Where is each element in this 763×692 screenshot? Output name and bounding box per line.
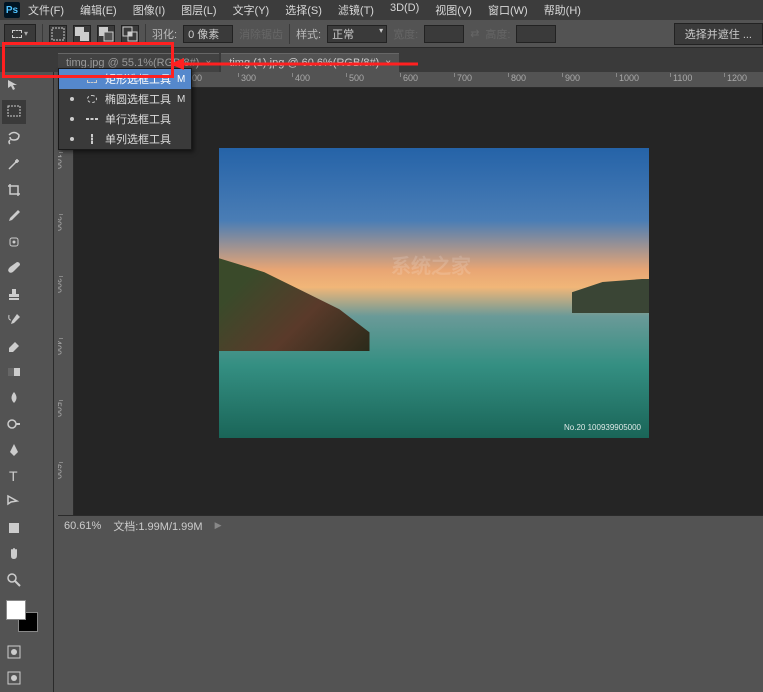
blur-tool[interactable] xyxy=(2,386,26,410)
width-label: 宽度: xyxy=(393,26,418,42)
menu-item[interactable]: 滤镜(T) xyxy=(330,2,382,18)
menu-item[interactable]: 帮助(H) xyxy=(536,2,589,18)
pen-tool[interactable] xyxy=(2,438,26,462)
flyout-item-row[interactable]: 单行选框工具 xyxy=(59,109,191,129)
flyout-item-col[interactable]: 单列选框工具 xyxy=(59,129,191,149)
color-swatches[interactable] xyxy=(6,600,38,632)
hand-tool[interactable] xyxy=(2,542,26,566)
document-tab[interactable]: timg (1).jpg @ 60.6%(RGB/8#)× xyxy=(221,53,399,72)
tab-close-icon[interactable]: × xyxy=(205,58,211,69)
zoom-level[interactable]: 60.61% xyxy=(64,520,101,532)
swap-dims-icon: ⇄ xyxy=(470,27,479,40)
tab-close-icon[interactable]: × xyxy=(385,58,391,69)
height-label: 高度: xyxy=(485,26,510,42)
marquee-flyout: 矩形选框工具M椭圆选框工具M单行选框工具单列选框工具 xyxy=(58,68,192,150)
wand-tool[interactable] xyxy=(2,152,26,176)
type-tool[interactable]: T xyxy=(2,464,26,488)
watermark-bottom: No.20 100939905000 xyxy=(564,423,641,432)
flyout-item-ellipse[interactable]: 椭圆选框工具M xyxy=(59,89,191,109)
ruler-vertical[interactable]: 0100200300400500600 xyxy=(58,88,74,515)
app-logo: Ps xyxy=(4,2,20,18)
menu-item[interactable]: 文件(F) xyxy=(20,2,72,18)
doc-size: 文档:1.99M/1.99M xyxy=(113,518,202,534)
selection-intersect-icon[interactable] xyxy=(121,25,139,43)
selection-subtract-icon[interactable] xyxy=(97,25,115,43)
menu-item[interactable]: 文字(Y) xyxy=(225,2,278,18)
menu-item[interactable]: 编辑(E) xyxy=(72,2,125,18)
crop-tool[interactable] xyxy=(2,178,26,202)
flyout-item-rect[interactable]: 矩形选框工具M xyxy=(59,69,191,89)
canvas-area[interactable]: 系统之家 No.20 100939905000 xyxy=(74,88,763,515)
tool-preset[interactable]: ▾ xyxy=(4,24,36,44)
height-input xyxy=(516,25,556,43)
menu-item[interactable]: 3D(D) xyxy=(382,2,427,18)
history-tool[interactable] xyxy=(2,308,26,332)
path-tool[interactable] xyxy=(2,490,26,514)
menu-item[interactable]: 视图(V) xyxy=(427,2,480,18)
move-tool[interactable] xyxy=(2,74,26,98)
style-label: 样式: xyxy=(296,26,321,42)
eraser-tool[interactable] xyxy=(2,334,26,358)
style-select[interactable]: 正常▾ xyxy=(327,25,387,43)
eyedropper-tool[interactable] xyxy=(2,204,26,228)
status-caret-icon[interactable]: ▶ xyxy=(215,520,222,531)
watermark-center: 系统之家 xyxy=(391,250,471,279)
document-image: 系统之家 No.20 100939905000 xyxy=(219,148,649,438)
menu-item[interactable]: 图像(I) xyxy=(125,2,173,18)
healing-tool[interactable] xyxy=(2,230,26,254)
menu-item[interactable]: 选择(S) xyxy=(277,2,330,18)
title-bar: Ps 文件(F)编辑(E)图像(I)图层(L)文字(Y)选择(S)滤镜(T)3D… xyxy=(0,0,763,20)
menu-item[interactable]: 窗口(W) xyxy=(480,2,536,18)
feather-input[interactable] xyxy=(183,25,233,43)
dodge-tool[interactable] xyxy=(2,412,26,436)
options-bar: ▾ 羽化: 消除锯齿 样式: 正常▾ 宽度: ⇄ 高度: 选择并遮住 ... xyxy=(0,20,763,48)
screenmode-button[interactable] xyxy=(2,666,26,690)
selection-add-icon[interactable] xyxy=(73,25,91,43)
svg-text:T: T xyxy=(9,468,18,484)
feather-label: 羽化: xyxy=(152,26,177,42)
shape-tool[interactable] xyxy=(2,516,26,540)
menu-item[interactable]: 图层(L) xyxy=(173,2,224,18)
quickmask-button[interactable] xyxy=(2,640,26,664)
marquee-tool[interactable] xyxy=(2,100,26,124)
refine-edge-button[interactable]: 选择并遮住 ... xyxy=(674,23,763,45)
selection-new-icon[interactable] xyxy=(49,25,67,43)
lasso-tool[interactable] xyxy=(2,126,26,150)
toolbox: T xyxy=(0,72,54,692)
stamp-tool[interactable] xyxy=(2,282,26,306)
antialias-label: 消除锯齿 xyxy=(239,26,283,42)
zoom-tool[interactable] xyxy=(2,568,26,592)
width-input xyxy=(424,25,464,43)
brush-tool[interactable] xyxy=(2,256,26,280)
status-bar: 60.61% 文档:1.99M/1.99M ▶ xyxy=(58,515,763,535)
gradient-tool[interactable] xyxy=(2,360,26,384)
